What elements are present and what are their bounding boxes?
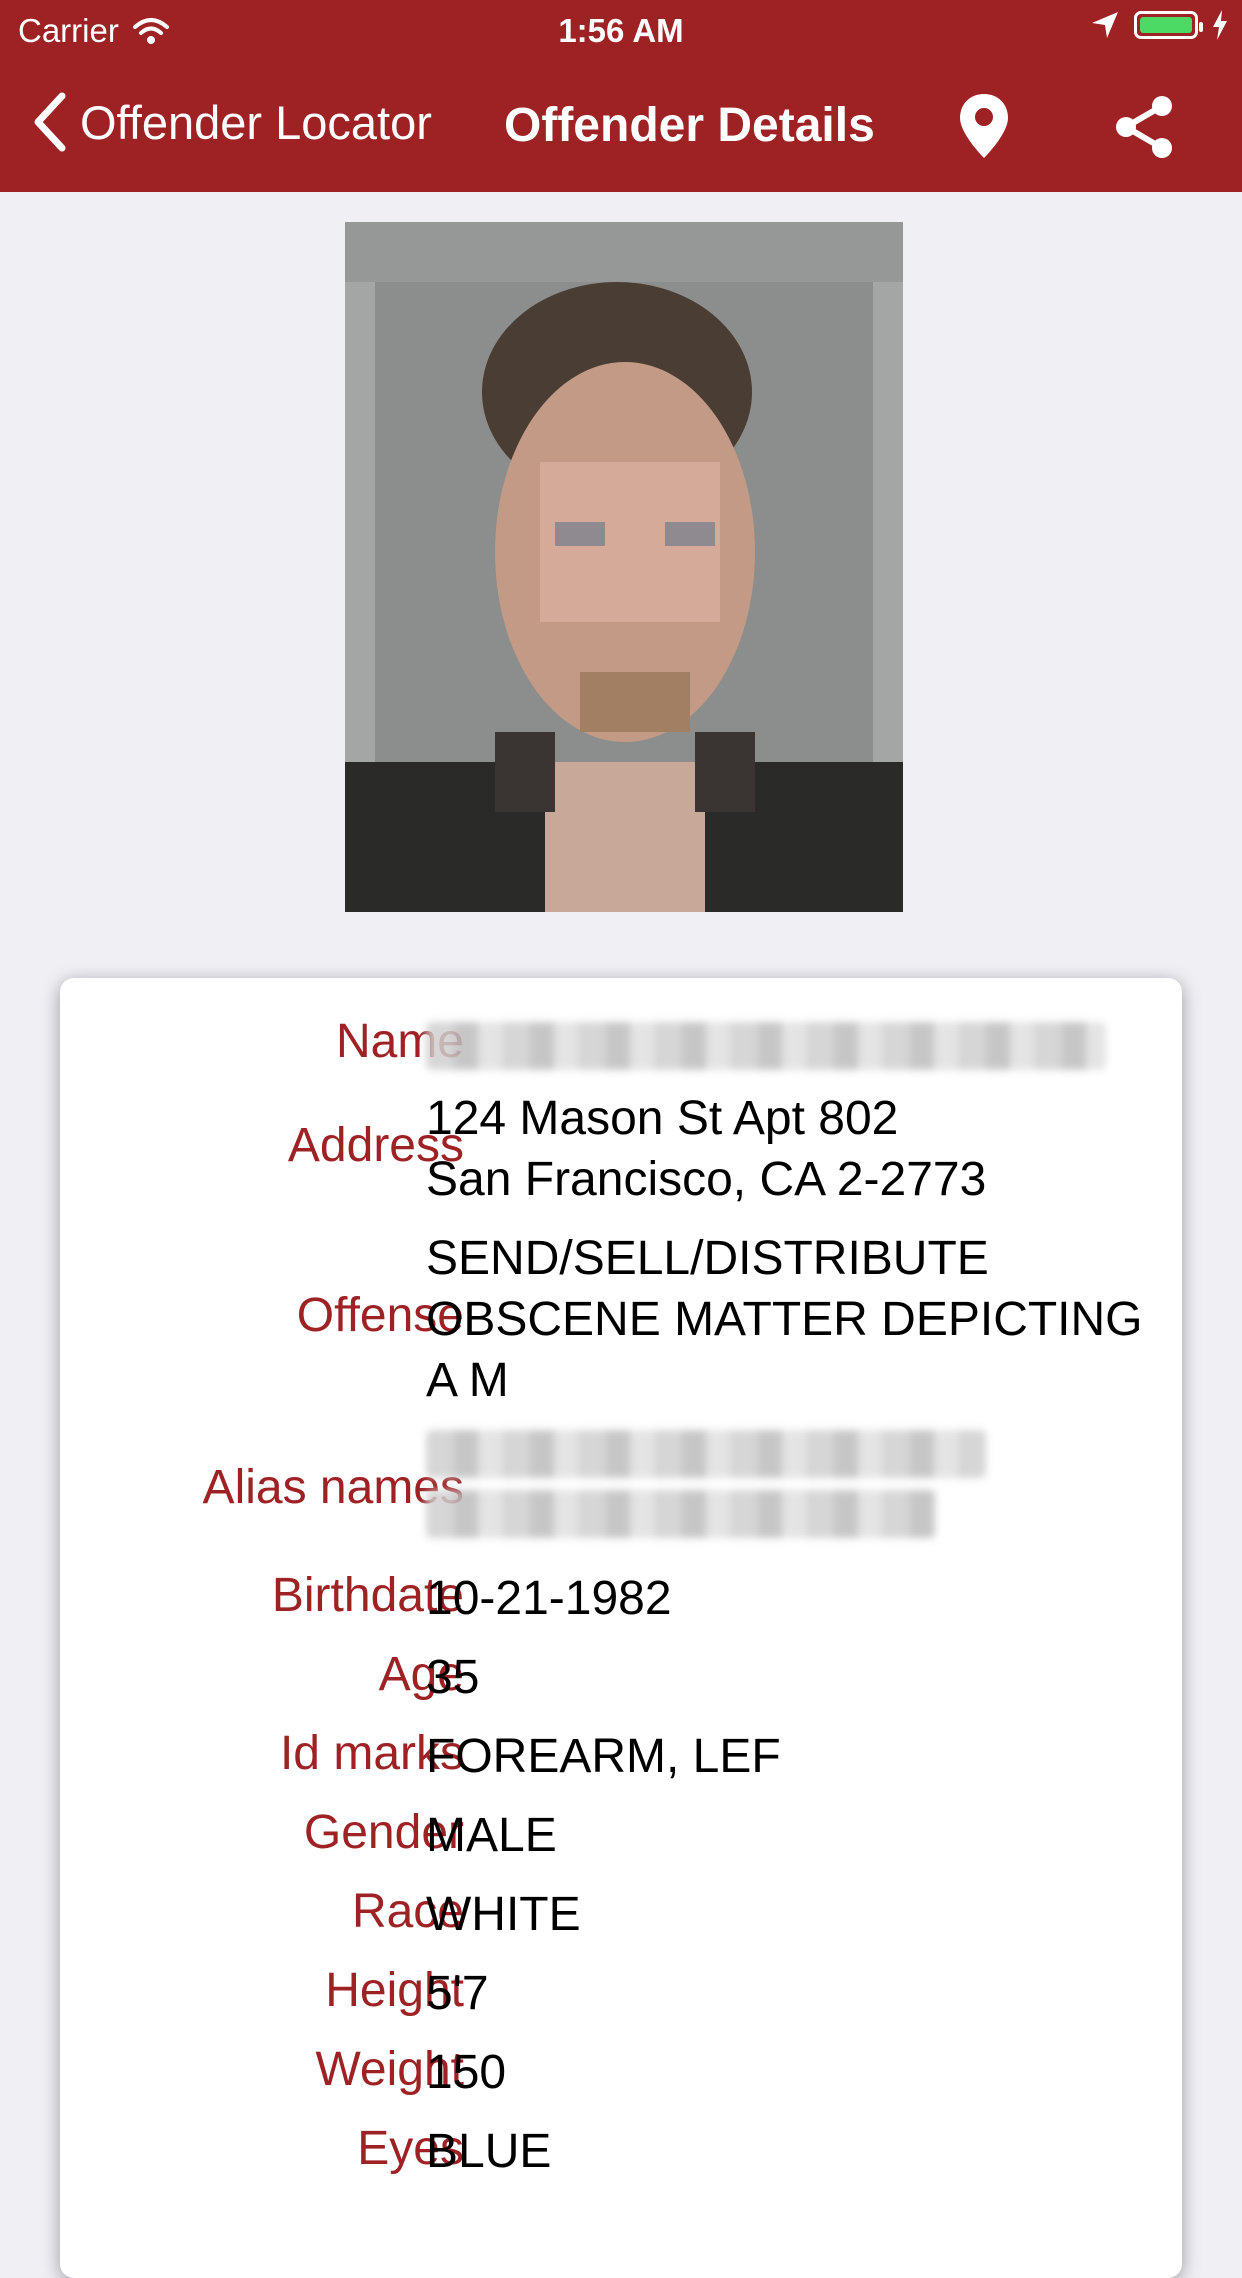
race-value: WHITE [426, 1888, 581, 1941]
eyes-value: BLUE [426, 2125, 552, 2178]
redacted-name [426, 1022, 1106, 1070]
gender-value: MALE [426, 1809, 557, 1862]
share-icon[interactable] [1112, 94, 1176, 160]
offense-value: SEND/SELL/DISTRIBUTE OBSCENE MATTER DEPI… [426, 1232, 1143, 1407]
address-value[interactable]: 124 Mason St Apt 802 San Francisco, CA 2… [426, 1088, 1166, 1210]
redacted-alias-1 [426, 1430, 986, 1478]
back-button[interactable]: Offender Locator [30, 90, 432, 154]
alias-label: Alias names [202, 1461, 464, 1514]
status-bar: Carrier 1:56 AM [0, 0, 1242, 60]
details-card: Name Address 124 Mason St Apt 802 San Fr… [60, 978, 1182, 2278]
status-right [1090, 10, 1228, 40]
back-label: Offender Locator [80, 95, 432, 149]
chevron-left-icon [34, 92, 66, 152]
age-value: 35 [426, 1651, 480, 1704]
idmarks-value: FOREARM, LEF [426, 1730, 781, 1783]
weight-value: 150 [426, 2046, 507, 2099]
map-pin-icon[interactable] [958, 92, 1010, 160]
status-time: 1:56 AM [558, 12, 684, 49]
birthdate-value: 10-21-1982 [426, 1572, 672, 1625]
top-bar: Carrier 1:56 AM Offender Locator Offende… [0, 0, 1242, 192]
page-title: Offender Details [504, 99, 875, 152]
navigation-bar: Offender Locator Offender Details [0, 60, 1242, 192]
redacted-alias-2 [426, 1490, 936, 1538]
location-arrow-icon [1092, 12, 1118, 38]
charging-bolt-icon [1213, 10, 1227, 40]
height-value: 5'7 [426, 1967, 489, 2020]
offender-photo [345, 222, 903, 912]
battery-icon [1134, 11, 1203, 39]
